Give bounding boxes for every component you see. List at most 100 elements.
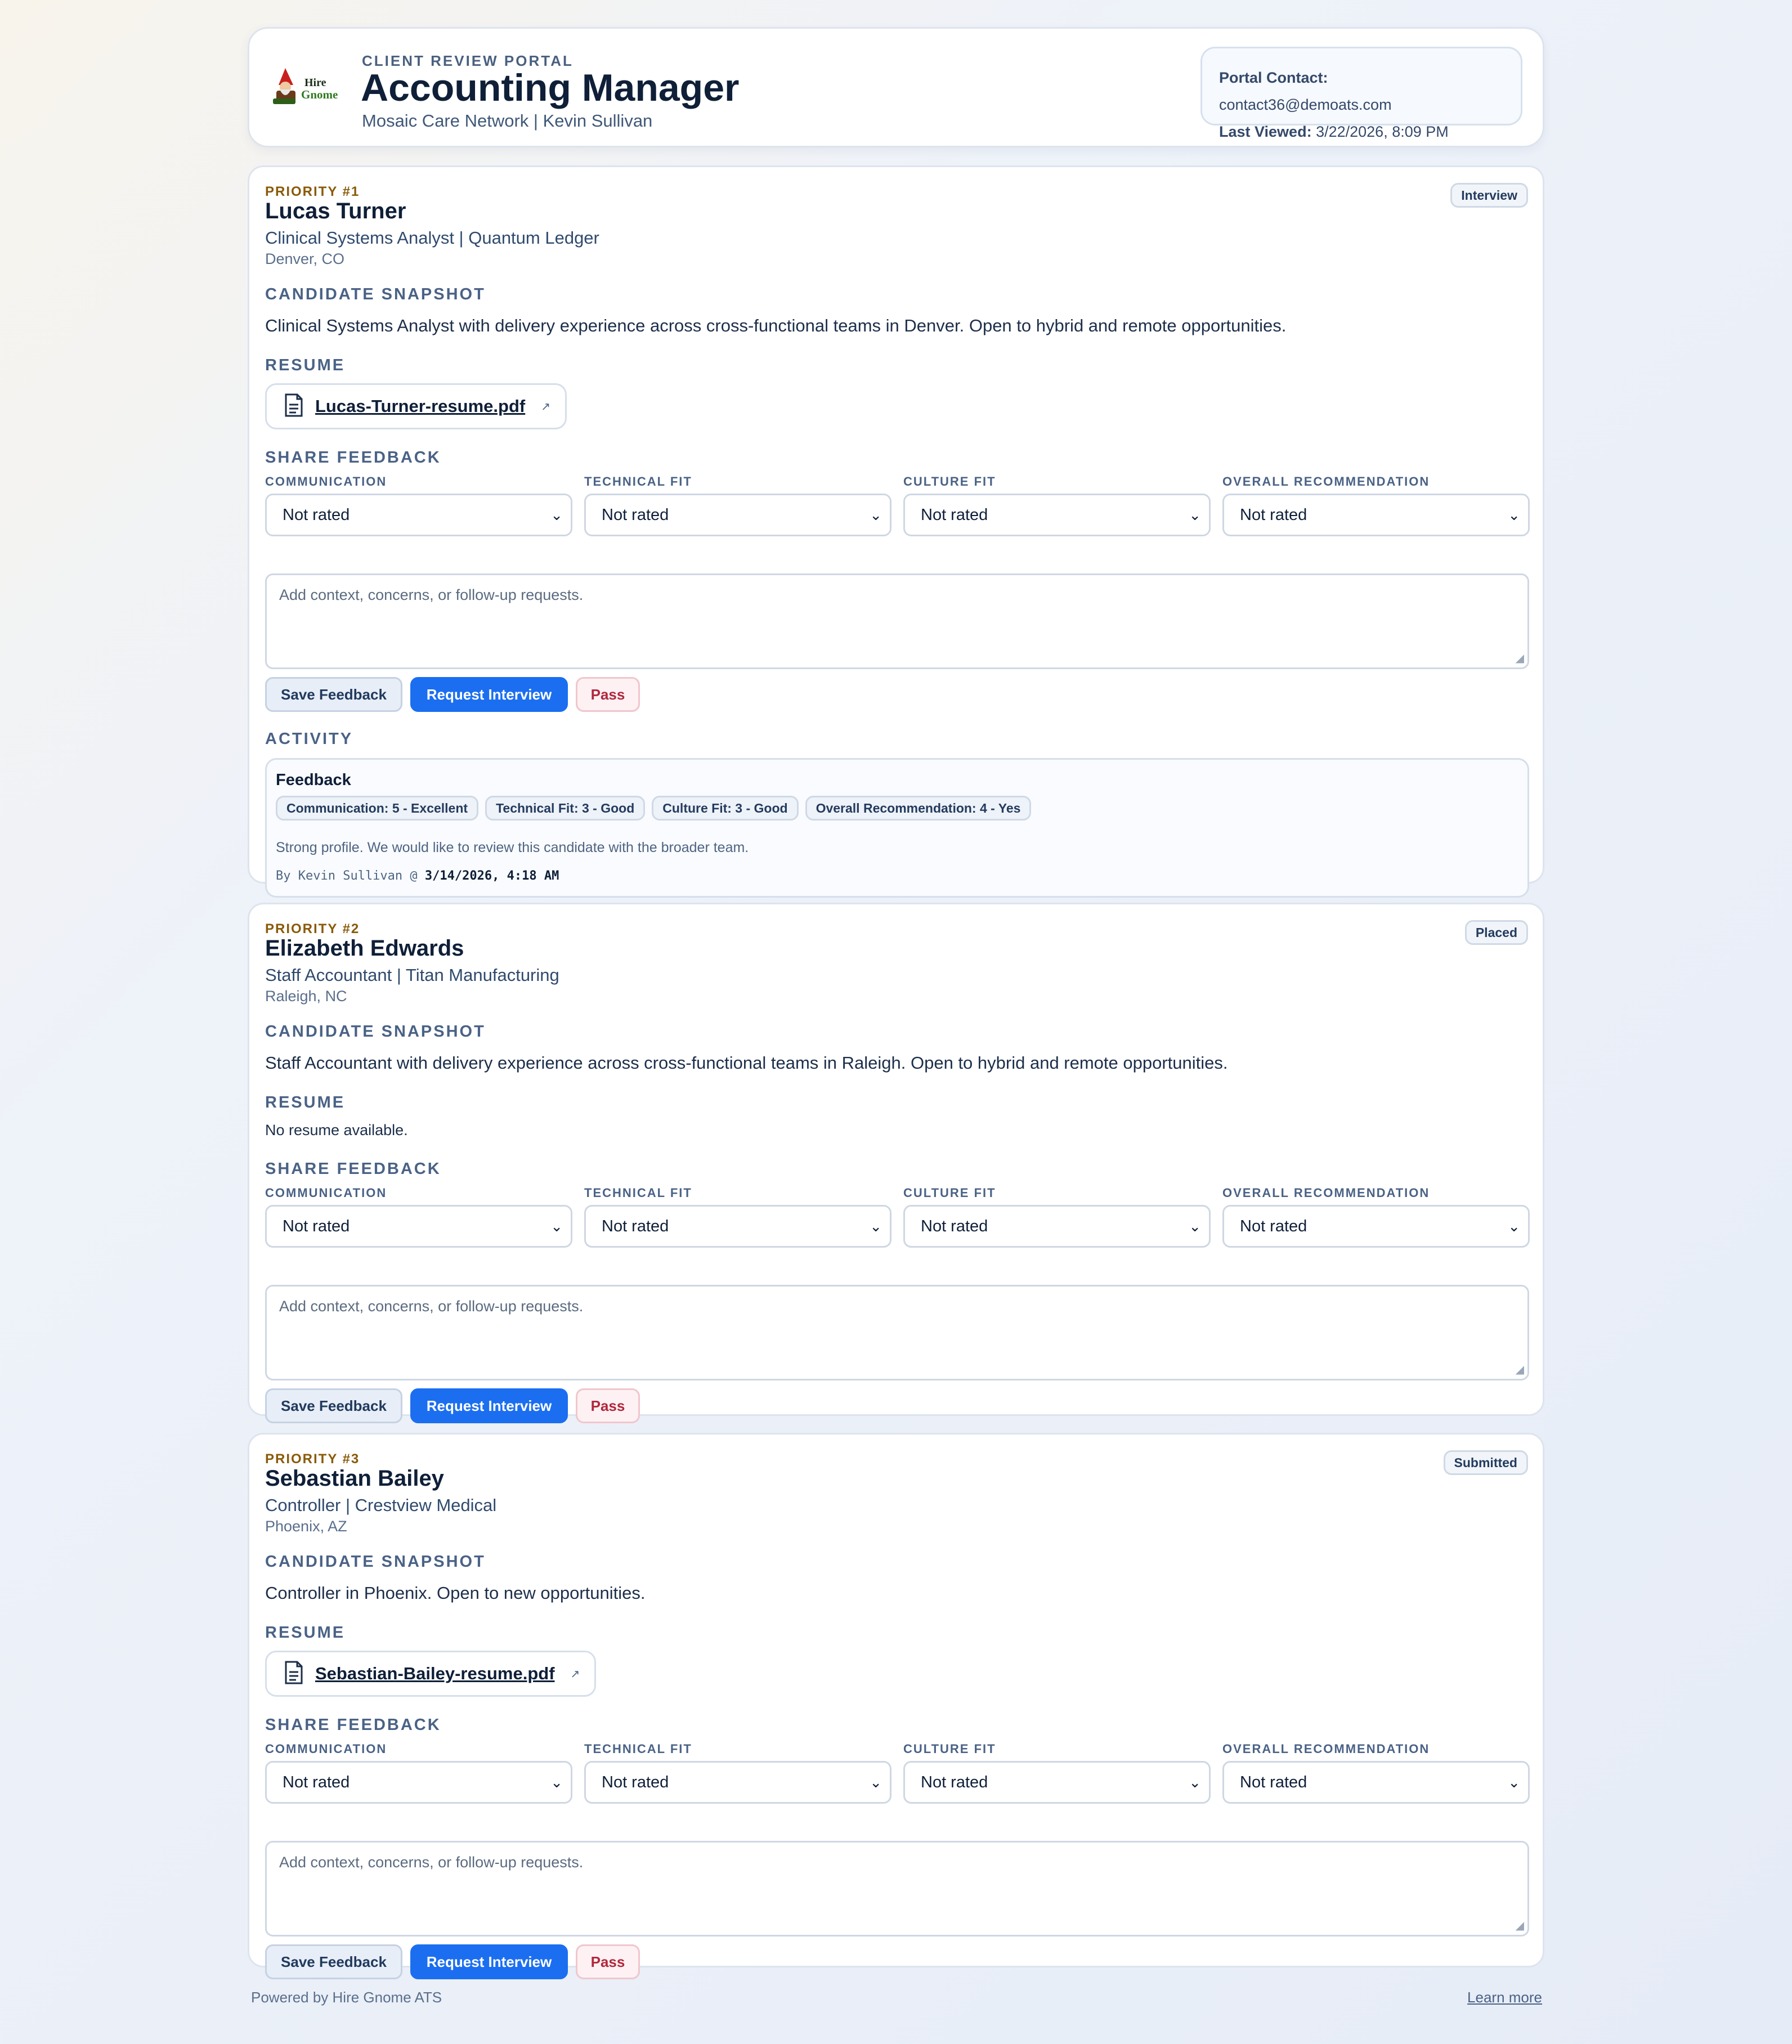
snapshot-heading: CANDIDATE SNAPSHOT	[265, 1553, 486, 1571]
communication-select[interactable]: Not rated ⌄	[265, 1761, 572, 1804]
chevron-down-icon: ⌄	[1189, 506, 1201, 523]
rating-chips: Communication: 5 - Excellent Technical F…	[276, 796, 1032, 821]
request-interview-button[interactable]: Request Interview	[410, 677, 568, 712]
chevron-down-icon: ⌄	[550, 506, 563, 523]
snapshot-heading: CANDIDATE SNAPSHOT	[265, 285, 486, 303]
communication-label: COMMUNICATION	[265, 474, 387, 488]
rating-chip: Overall Recommendation: 4 - Yes	[805, 796, 1032, 821]
communication-label: COMMUNICATION	[265, 1742, 387, 1756]
feedback-heading: SHARE FEEDBACK	[265, 1160, 441, 1178]
rating-chip: Communication: 5 - Excellent	[276, 796, 479, 821]
resume-heading: RESUME	[265, 1624, 346, 1642]
resize-grip-icon[interactable]: ◢	[1516, 1362, 1524, 1377]
feedback-heading: SHARE FEEDBACK	[265, 449, 441, 467]
resume-filename[interactable]: Sebastian-Bailey-resume.pdf	[315, 1664, 555, 1684]
portal-header: Hire Gnome CLIENT REVIEW PORTAL Accounti…	[248, 27, 1544, 147]
candidate-location: Raleigh, NC	[265, 988, 347, 1005]
communication-select[interactable]: Not rated ⌄	[265, 1205, 572, 1248]
chevron-down-icon: ⌄	[1508, 1218, 1520, 1235]
technical-fit-label: TECHNICAL FIT	[584, 474, 692, 488]
technical-fit-select[interactable]: Not rated ⌄	[584, 1761, 891, 1804]
external-link-icon: ↗	[541, 400, 550, 413]
candidate-card: PRIORITY #2 Elizabeth Edwards Staff Acco…	[248, 903, 1544, 1423]
candidate-role: Controller | Crestview Medical	[265, 1495, 497, 1515]
snapshot-heading: CANDIDATE SNAPSHOT	[265, 1023, 486, 1041]
rating-chip: Technical Fit: 3 - Good	[485, 796, 646, 821]
chevron-down-icon: ⌄	[550, 1774, 563, 1791]
feedback-notes-input[interactable]: Add context, concerns, or follow-up requ…	[265, 1285, 1529, 1380]
resize-grip-icon[interactable]: ◢	[1516, 651, 1524, 665]
candidate-snapshot: Staff Accountant with delivery experienc…	[265, 1053, 1228, 1073]
overall-recommendation-label: OVERALL RECOMMENDATION	[1222, 474, 1430, 488]
overall-recommendation-label: OVERALL RECOMMENDATION	[1222, 1186, 1430, 1200]
save-feedback-button[interactable]: Save Feedback	[265, 677, 402, 712]
request-interview-button[interactable]: Request Interview	[410, 1944, 568, 1979]
activity-note: Strong profile. We would like to review …	[276, 840, 749, 855]
activity-panel: Feedback Communication: 5 - Excellent Te…	[265, 758, 1529, 898]
status-badge: Submitted	[1443, 1450, 1528, 1475]
save-feedback-button[interactable]: Save Feedback	[265, 1388, 402, 1423]
pass-button[interactable]: Pass	[576, 677, 640, 712]
activity-title: Feedback	[276, 771, 351, 789]
candidate-snapshot: Controller in Phoenix. Open to new oppor…	[265, 1583, 646, 1603]
feedback-notes-input[interactable]: Add context, concerns, or follow-up requ…	[265, 1841, 1529, 1937]
resume-heading: RESUME	[265, 1093, 346, 1111]
culture-fit-label: CULTURE FIT	[903, 474, 996, 488]
overall-recommendation-select[interactable]: Not rated ⌄	[1222, 1761, 1530, 1804]
portal-contact-box: Portal Contact: contact36@demoats.com La…	[1200, 47, 1522, 140]
candidate-role: Staff Accountant | Titan Manufacturing	[265, 965, 559, 985]
chevron-down-icon: ⌄	[550, 1218, 563, 1235]
priority-label: PRIORITY #1	[265, 184, 360, 199]
priority-label: PRIORITY #2	[265, 921, 360, 936]
external-link-icon: ↗	[570, 1668, 580, 1680]
feedback-notes-input[interactable]: Add context, concerns, or follow-up requ…	[265, 573, 1529, 669]
resume-link[interactable]: Lucas-Turner-resume.pdf ↗	[265, 383, 567, 429]
candidate-name: Lucas Turner	[265, 199, 406, 223]
technical-fit-label: TECHNICAL FIT	[584, 1742, 692, 1756]
chevron-down-icon: ⌄	[870, 1218, 882, 1235]
save-feedback-button[interactable]: Save Feedback	[265, 1944, 402, 1979]
no-resume-text: No resume available.	[265, 1122, 408, 1138]
request-interview-button[interactable]: Request Interview	[410, 1388, 568, 1423]
technical-fit-label: TECHNICAL FIT	[584, 1186, 692, 1200]
resize-grip-icon[interactable]: ◢	[1516, 1919, 1524, 1933]
communication-label: COMMUNICATION	[265, 1186, 387, 1200]
chevron-down-icon: ⌄	[1508, 506, 1520, 523]
culture-fit-label: CULTURE FIT	[903, 1742, 996, 1756]
pass-button[interactable]: Pass	[576, 1388, 640, 1423]
candidate-card: PRIORITY #3 Sebastian Bailey Controller …	[248, 1433, 1544, 1979]
technical-fit-select[interactable]: Not rated ⌄	[584, 1205, 891, 1248]
page-footer: Powered by Hire Gnome ATS Learn more	[251, 1989, 1542, 2006]
feedback-heading: SHARE FEEDBACK	[265, 1716, 441, 1734]
document-icon	[284, 1661, 304, 1687]
status-badge: Interview	[1450, 183, 1528, 208]
page-subtitle: Mosaic Care Network | Kevin Sullivan	[362, 111, 653, 131]
resume-filename[interactable]: Lucas-Turner-resume.pdf	[315, 396, 525, 416]
pass-button[interactable]: Pass	[576, 1944, 640, 1979]
technical-fit-select[interactable]: Not rated ⌄	[584, 494, 891, 536]
candidate-role: Clinical Systems Analyst | Quantum Ledge…	[265, 228, 599, 248]
communication-select[interactable]: Not rated ⌄	[265, 494, 572, 536]
candidate-location: Phoenix, AZ	[265, 1518, 347, 1535]
hire-gnome-logo: Hire Gnome	[268, 66, 347, 111]
powered-by-text: Powered by Hire Gnome ATS	[251, 1989, 442, 2006]
svg-text:Hire: Hire	[304, 77, 326, 89]
candidate-card: PRIORITY #1 Lucas Turner Clinical System…	[248, 165, 1544, 898]
chevron-down-icon: ⌄	[1508, 1774, 1520, 1791]
activity-heading: ACTIVITY	[265, 730, 353, 748]
page-title: Accounting Manager	[361, 66, 740, 109]
candidate-location: Denver, CO	[265, 250, 345, 267]
culture-fit-label: CULTURE FIT	[903, 1186, 996, 1200]
overall-recommendation-select[interactable]: Not rated ⌄	[1222, 494, 1530, 536]
overall-recommendation-select[interactable]: Not rated ⌄	[1222, 1205, 1530, 1248]
chevron-down-icon: ⌄	[1189, 1218, 1201, 1235]
candidate-name: Sebastian Bailey	[265, 1466, 444, 1491]
resume-heading: RESUME	[265, 356, 346, 374]
culture-fit-select[interactable]: Not rated ⌄	[903, 1205, 1211, 1248]
culture-fit-select[interactable]: Not rated ⌄	[903, 494, 1211, 536]
learn-more-link[interactable]: Learn more	[1467, 1989, 1542, 2006]
chevron-down-icon: ⌄	[1189, 1774, 1201, 1791]
culture-fit-select[interactable]: Not rated ⌄	[903, 1761, 1211, 1804]
resume-link[interactable]: Sebastian-Bailey-resume.pdf ↗	[265, 1651, 597, 1697]
priority-label: PRIORITY #3	[265, 1451, 360, 1467]
